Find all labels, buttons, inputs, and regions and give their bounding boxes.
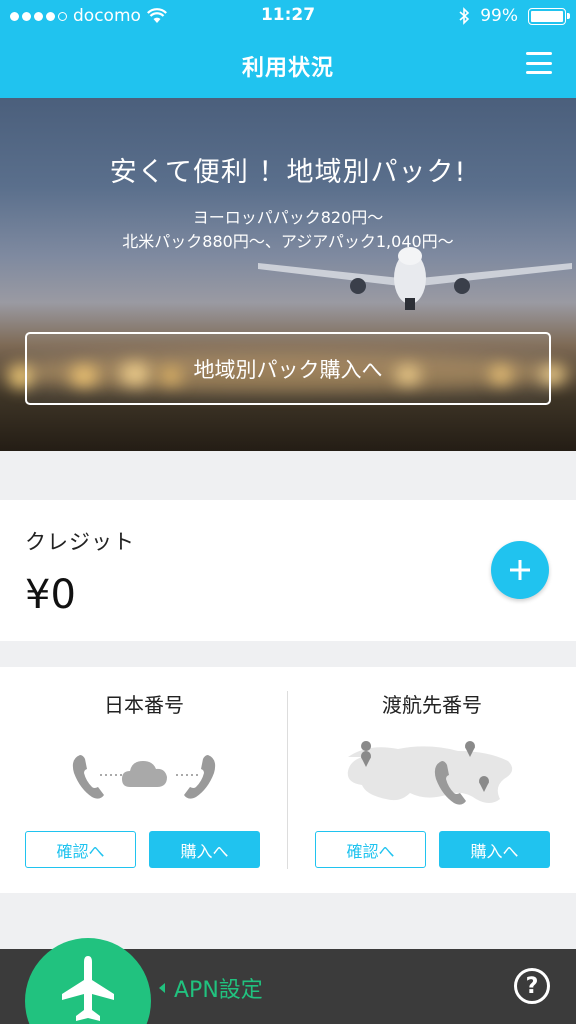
bluetooth-icon <box>459 7 470 25</box>
status-right: 99% <box>458 6 570 26</box>
page-title: 利用状況 <box>241 56 334 81</box>
japan-number-title: 日本番号 <box>104 693 184 717</box>
region-pack-purchase-button[interactable]: 地域別パック購入へ <box>25 332 551 405</box>
travel-number-buy-button[interactable]: 購入へ <box>439 831 550 868</box>
travel-number-title: 渡航先番号 <box>382 693 482 717</box>
banner-subtitle-europe: ヨーロッパパック820円〜 <box>192 208 384 227</box>
plus-icon <box>510 560 530 580</box>
battery-percent: 99% <box>480 6 518 26</box>
status-bar: docomo 11:27 99% <box>0 0 576 34</box>
airplane-icon <box>62 956 114 1021</box>
banner-title: 安くて便利 ！地域別パック! <box>109 157 467 188</box>
airplane-mode-button[interactable] <box>25 938 151 1024</box>
banner-subtitle-na-asia: 北米パック880円〜、アジアパック1,040円〜 <box>122 232 454 251</box>
travel-number-panel: 渡航先番号 確認へ 購入へ <box>288 667 576 893</box>
apn-settings-link[interactable]: APN設定 <box>158 972 263 1004</box>
phone-cloud-icon <box>72 755 216 799</box>
add-credit-button[interactable] <box>491 541 549 599</box>
region-pack-banner: 安くて便利 ！地域別パック! ヨーロッパパック820円〜 北米パック880円〜、… <box>0 98 576 451</box>
app-header: docomo 11:27 99% 利用状況 <box>0 0 576 98</box>
credit-value: ¥0 <box>25 572 76 618</box>
travel-number-confirm-button[interactable]: 確認へ <box>315 831 426 868</box>
caret-left-icon <box>159 983 165 993</box>
hamburger-menu-icon[interactable] <box>526 52 552 74</box>
japan-number-confirm-button[interactable]: 確認へ <box>25 831 136 868</box>
japan-number-buy-button[interactable]: 購入へ <box>149 831 260 868</box>
credit-card: クレジット ¥0 <box>0 500 576 641</box>
world-map-phone-icon <box>347 741 513 805</box>
credit-label: クレジット <box>25 530 135 554</box>
numbers-section: 日本番号 確認へ 購入へ 渡航先番号 確認へ 購入へ <box>0 667 576 893</box>
help-icon[interactable]: ? <box>514 968 550 1004</box>
apn-settings-label: APN設定 <box>174 978 263 1003</box>
japan-number-panel: 日本番号 確認へ 購入へ <box>0 667 288 893</box>
battery-icon <box>528 7 570 25</box>
